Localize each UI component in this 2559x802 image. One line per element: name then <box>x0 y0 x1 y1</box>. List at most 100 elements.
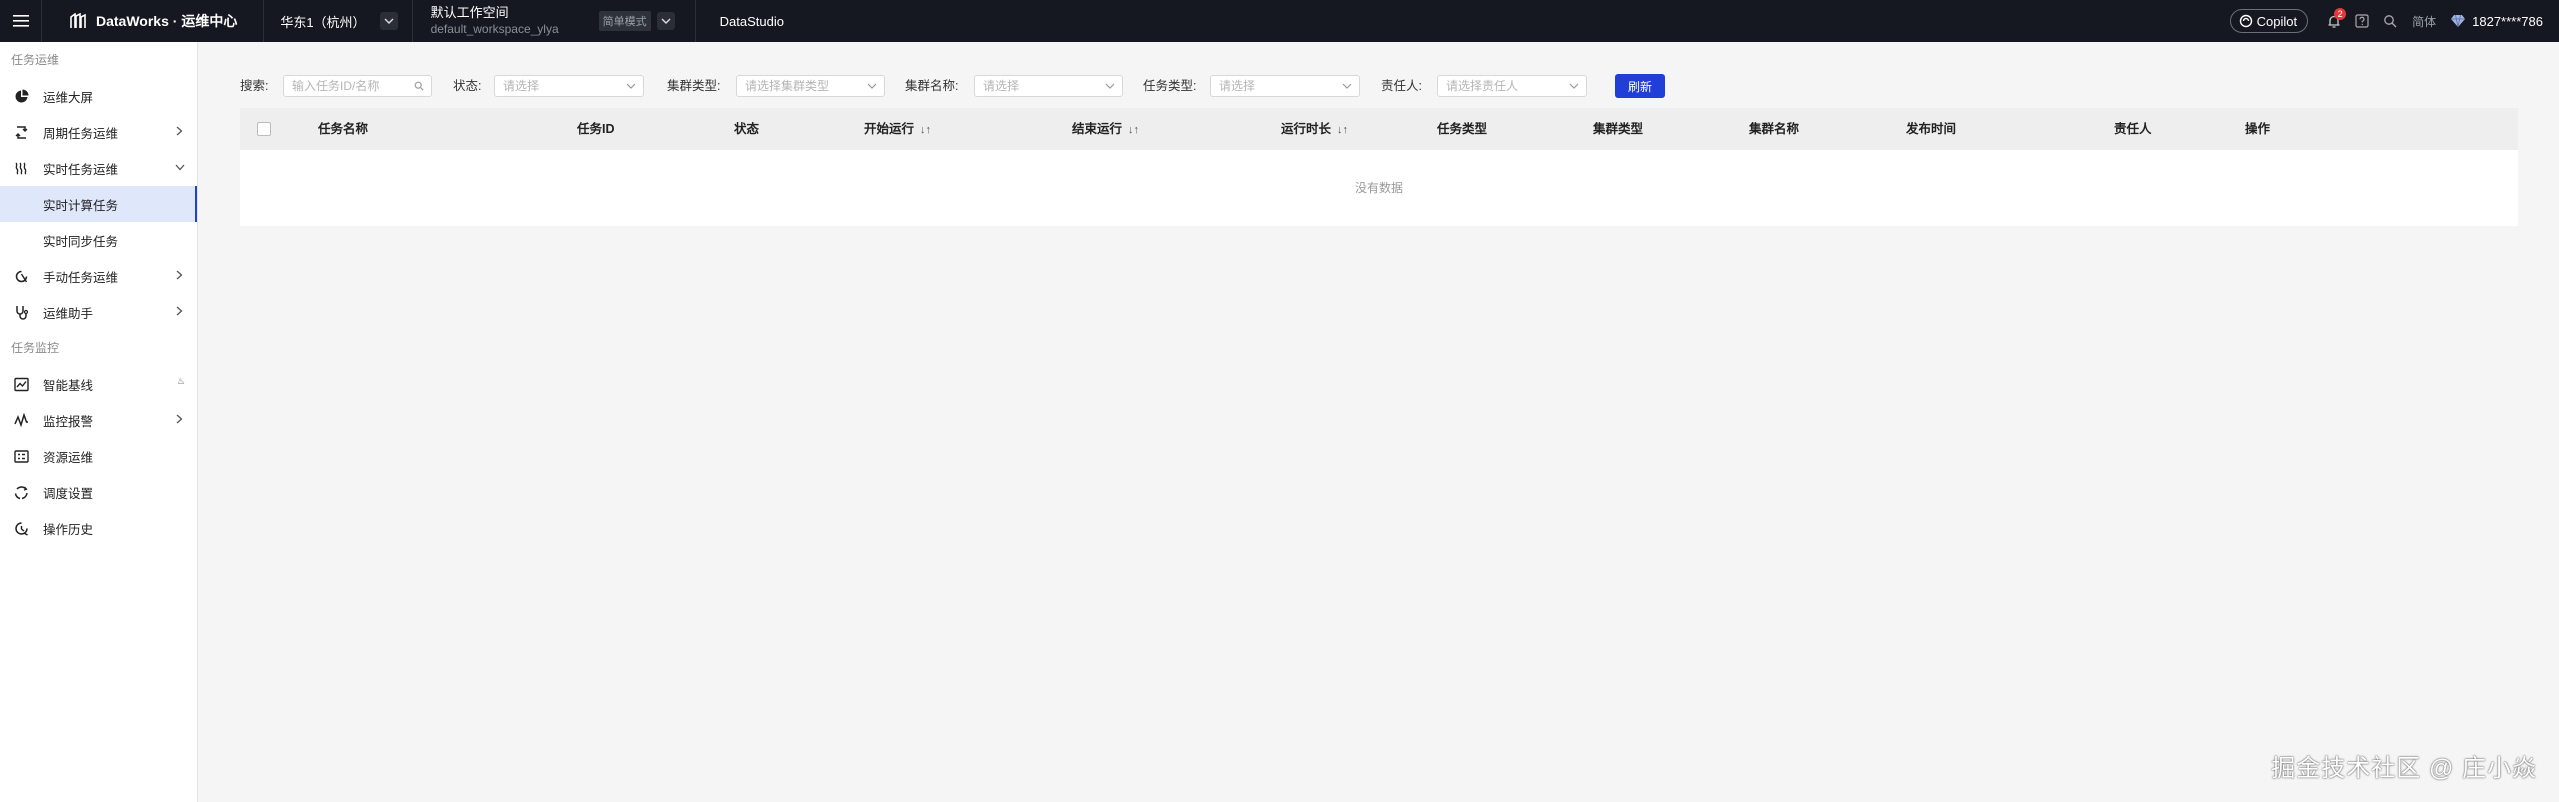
chevron-down-icon <box>1342 83 1352 89</box>
sort-icon[interactable]: ↓↑ <box>1337 124 1348 136</box>
brand[interactable]: DataWorks · 运维中心 <box>42 0 265 42</box>
sort-icon[interactable]: ↓↑ <box>920 124 931 136</box>
table-header: 任务名称 任务ID 状态 开始运行 ↓↑ 结束运行 ↓↑ 运行时长 ↓↑ 任务类型 集… <box>240 108 2518 150</box>
sidebar-item-label: 运维助手 <box>43 306 94 321</box>
sidebar-item-label: 监控报警 <box>43 414 94 429</box>
sidebar-item-schedule-settings[interactable]: 调度设置 <box>0 474 197 510</box>
refresh-button[interactable]: 刷新 <box>1615 74 1665 98</box>
history-icon <box>14 521 28 536</box>
notification-button[interactable]: 2 <box>2320 0 2348 42</box>
region-chevron[interactable] <box>379 12 398 30</box>
assistant-icon <box>15 305 28 320</box>
notification-badge: 2 <box>2334 8 2347 20</box>
watermark: 掘金技术社区 @ 庄小焱 <box>2271 755 2537 782</box>
sort-icon[interactable]: ↓↑ <box>1128 124 1139 136</box>
group-title-task-ops: 任务运维 <box>11 53 60 67</box>
hot-icon: ♨ <box>176 376 185 386</box>
column-header-sortable[interactable]: 结束运行 ↓↑ <box>1072 108 1139 150</box>
column-header: 集群名称 <box>1749 122 1800 136</box>
column-header: 责任人 <box>2114 122 2152 136</box>
user-name: 1827****786 <box>2472 13 2543 29</box>
help-button[interactable] <box>2348 0 2376 42</box>
task-type-label: 任务类型: <box>1143 79 1197 93</box>
select-all-checkbox[interactable] <box>257 122 271 136</box>
owner-label: 责任人: <box>1381 79 1422 93</box>
copilot-label: Copilot <box>2256 13 2298 29</box>
search-input[interactable]: 输入任务ID/名称 <box>283 75 432 97</box>
workspace-selector[interactable]: 默认工作空间 default_workspace_ylya 简单模式 <box>413 0 696 42</box>
sidebar-item-resource-ops[interactable]: 资源运维 <box>0 438 197 474</box>
copilot-button[interactable]: Copilot <box>2229 9 2309 33</box>
copilot-icon <box>2239 14 2252 28</box>
menu-button[interactable] <box>0 0 42 42</box>
search-icon <box>2384 15 2397 28</box>
chevron-down-icon <box>175 164 185 171</box>
sidebar-item-dashboard[interactable]: 运维大屏 <box>0 78 197 114</box>
workspace-id: default_workspace_ylya <box>430 22 559 36</box>
sidebar-item-label: 操作历史 <box>43 522 94 537</box>
sidebar-item-realtime-sync[interactable]: 实时同步任务 <box>0 222 197 258</box>
sidebar-item-operation-history[interactable]: 操作历史 <box>0 510 197 546</box>
chevron-down-icon <box>1569 83 1579 89</box>
resource-icon <box>13 449 29 463</box>
user-menu[interactable]: 1827****786 <box>2450 14 2543 29</box>
group-title-task-monitor: 任务监控 <box>11 341 60 355</box>
chevron-right-icon <box>176 126 183 136</box>
brand-title: DataWorks · 运维中心 <box>96 13 238 29</box>
baseline-icon <box>13 377 29 391</box>
hamburger-icon <box>12 15 29 27</box>
sidebar-item-smart-baseline[interactable]: 智能基线 ♨ <box>0 366 197 402</box>
column-header: 集群类型 <box>1593 122 1644 136</box>
help-icon <box>2355 14 2369 28</box>
owner-select[interactable]: 请选择责任人 <box>1437 75 1587 97</box>
workspace-chevron[interactable] <box>656 12 675 30</box>
diamond-icon <box>2451 14 2466 28</box>
language-switch[interactable]: 简体 <box>2412 13 2436 30</box>
dataworks-logo-icon <box>70 13 86 28</box>
region-label: 华东1（杭州） <box>280 14 366 30</box>
column-header: 状态 <box>734 122 760 136</box>
filter-bar: 搜索: 输入任务ID/名称 状态: 请选择 集群类型: 请选择集群类型 集群名称… <box>240 74 2540 98</box>
status-select[interactable]: 请选择 <box>494 75 644 97</box>
workspace-title: 默认工作空间 <box>430 5 509 20</box>
column-header: 任务类型 <box>1437 122 1488 136</box>
task-table: 任务名称 任务ID 状态 开始运行 ↓↑ 结束运行 ↓↑ 运行时长 ↓↑ 任务类型 集… <box>240 108 2518 226</box>
alarm-icon <box>13 412 28 427</box>
sidebar-item-manual-tasks[interactable]: 手动任务运维 <box>0 258 197 294</box>
top-bar: DataWorks · 运维中心 华东1（杭州） 默认工作空间 default_… <box>0 0 2559 42</box>
chevron-right-icon <box>176 270 183 280</box>
sidebar-item-monitor-alarm[interactable]: 监控报警 <box>0 402 197 438</box>
chevron-right-icon <box>176 306 183 316</box>
chevron-down-icon <box>1105 83 1115 89</box>
sidebar-item-label: 周期任务运维 <box>43 126 119 141</box>
task-type-select[interactable]: 请选择 <box>1210 75 1360 97</box>
search-button[interactable] <box>2376 0 2404 42</box>
empty-state-text: 没有数据 <box>1354 181 1403 195</box>
chevron-down-icon <box>626 83 636 89</box>
sidebar-item-realtime-tasks[interactable]: 实时任务运维 <box>0 150 197 186</box>
sidebar-item-ops-assistant[interactable]: 运维助手 <box>0 294 197 330</box>
chevron-down-icon <box>867 83 877 89</box>
sidebar-item-label: 运维大屏 <box>43 90 94 105</box>
sidebar-item-label: 资源运维 <box>43 450 94 465</box>
chevron-down-icon <box>384 18 394 24</box>
cluster-name-select[interactable]: 请选择 <box>974 75 1123 97</box>
sidebar-item-cycle-tasks[interactable]: 周期任务运维 <box>0 114 197 150</box>
sidebar-item-label: 实时同步任务 <box>43 234 119 249</box>
column-header-sortable[interactable]: 开始运行 ↓↑ <box>864 108 931 150</box>
cluster-type-label: 集群类型: <box>667 79 721 93</box>
search-label: 搜索: <box>240 79 269 93</box>
table-body: 没有数据 <box>240 150 2518 226</box>
cluster-name-label: 集群名称: <box>905 79 959 93</box>
column-header-sortable[interactable]: 运行时长 ↓↑ <box>1281 108 1348 150</box>
search-icon <box>414 81 424 91</box>
datastudio-link[interactable]: DataStudio <box>696 14 784 29</box>
column-header: 发布时间 <box>1906 122 1957 136</box>
column-header: 操作 <box>2245 122 2271 136</box>
sidebar-item-label: 实时任务运维 <box>43 162 119 177</box>
column-header: 任务ID <box>577 122 615 136</box>
sidebar: 任务运维 运维大屏 周期任务运维 实时任务运维 实时计算任务 实时同步任务 手动… <box>0 42 198 802</box>
cluster-type-select[interactable]: 请选择集群类型 <box>736 75 885 97</box>
region-selector[interactable]: 华东1（杭州） <box>264 0 413 42</box>
sidebar-item-realtime-compute[interactable]: 实时计算任务 <box>0 186 197 222</box>
